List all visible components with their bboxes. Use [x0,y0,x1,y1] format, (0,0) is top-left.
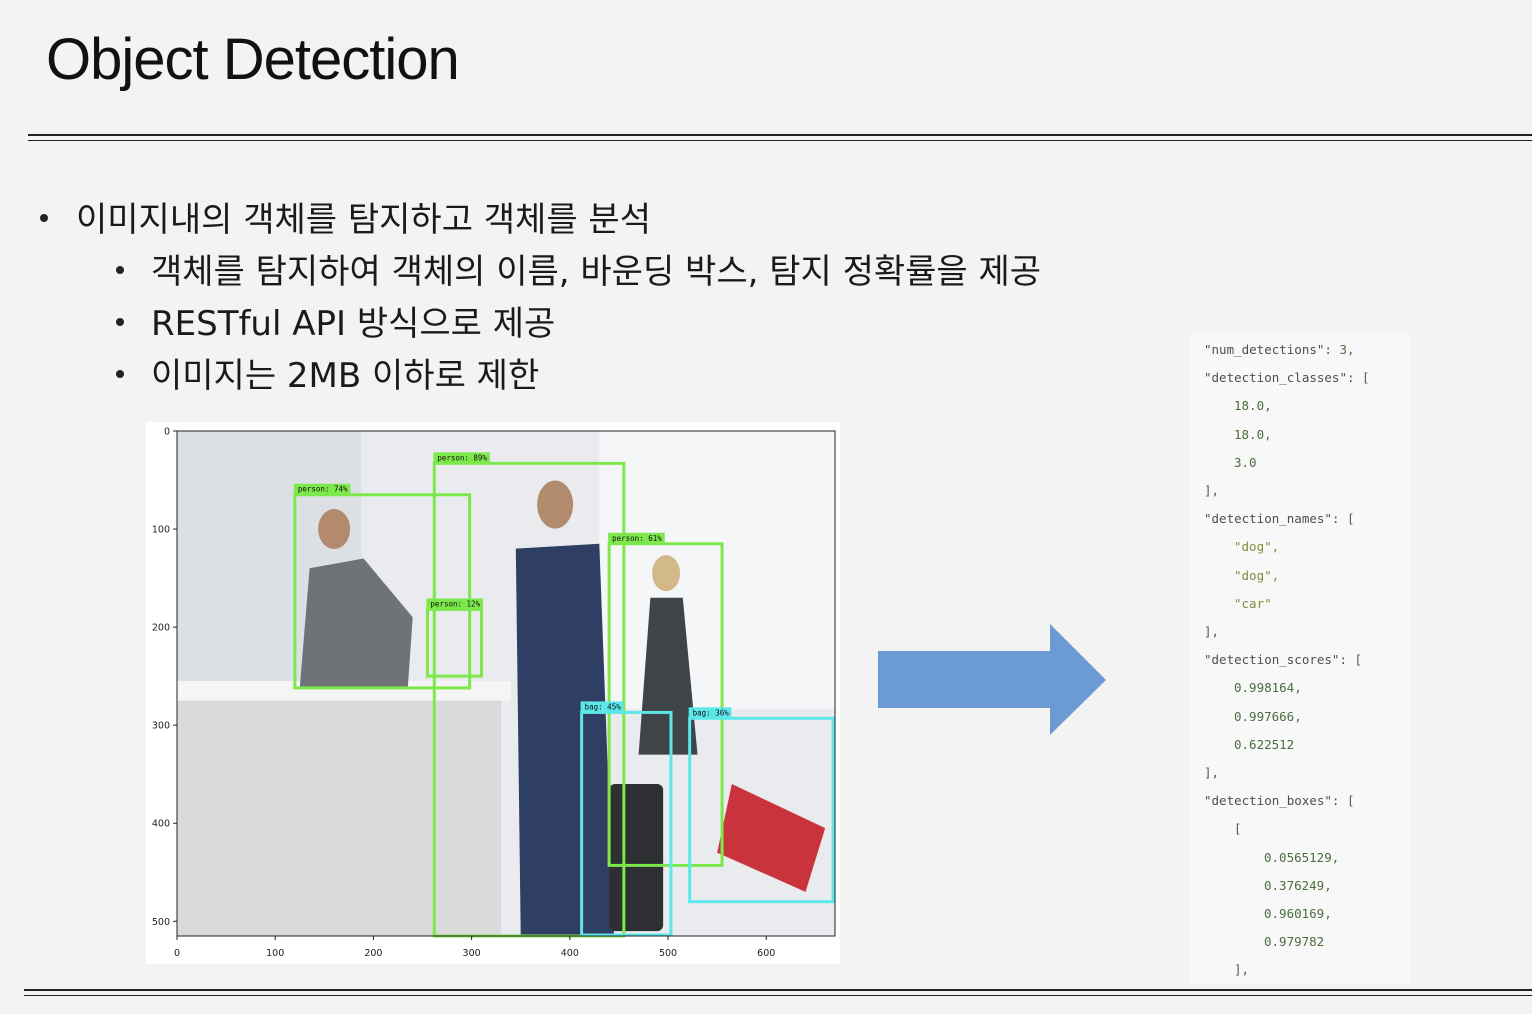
json-value: 0.622512 [1234,736,1295,752]
json-line: 0.0565129, [1264,850,1339,865]
json-value: "dog", [1234,567,1280,583]
json-line: 18.0, [1234,427,1272,442]
json-key: "detection_scores": [1204,652,1355,668]
photo-person-head [318,509,351,550]
json-value: ], [1204,765,1220,780]
x-tick-label: 0 [174,948,180,959]
json-value: 3, [1339,342,1355,357]
y-tick-label: 0 [164,427,170,438]
photo-person-head [652,555,681,592]
detection-label: person: 89% [437,453,487,462]
slide-title: Object Detection [46,27,460,92]
json-key: "detection_boxes": [1204,793,1347,809]
json-line: "detection_scores": [ [1204,652,1362,667]
detection-result-image: person: 74% person: 89% person: 12% person:… [146,422,840,964]
title-divider-top [28,134,1532,136]
x-tick-label: 600 [757,948,775,959]
y-tick-label: 200 [152,623,170,634]
json-line: 0.998164, [1234,680,1302,695]
bullet-text: 객체를 탐지하여 객체의 이름, 바운딩 박스, 탐지 정확률을 제공 [151,252,1042,292]
json-value: "dog", [1234,539,1280,555]
json-key: "detection_classes": [1204,370,1363,386]
json-value: 0.960169, [1264,906,1332,921]
json-value: ], [1204,624,1220,639]
title-divider-bottom [28,140,1532,141]
json-value: 3.0 [1234,454,1257,470]
json-line: ], [1234,962,1249,977]
json-line: "car" [1234,596,1272,611]
json-line: 3.0 [1234,455,1257,470]
x-tick-label: 200 [364,948,382,959]
json-line: ], [1204,765,1219,780]
json-value: ], [1234,962,1250,978]
json-line: "detection_boxes": [ [1204,793,1355,808]
json-line: 0.997666, [1234,709,1302,724]
detection-label: person: 12% [430,599,480,608]
json-value: [ [1347,793,1355,809]
bullet-text: 이미지내의 객체를 탐지하고 객체를 분석 [76,200,651,240]
y-tick-label: 100 [152,525,170,536]
detection-label: person: 74% [298,485,348,494]
json-key: "detection_names": [1204,511,1347,527]
bullet-text: RESTful API 방식으로 제공 [151,304,556,344]
json-line: 18.0, [1234,398,1272,413]
json-line: "detection_names": [ [1204,511,1355,526]
footer-divider-top [24,989,1532,991]
y-tick-label: 500 [152,917,170,928]
y-tick-label: 400 [152,819,170,830]
footer-divider-bottom [24,995,1532,996]
json-line: ], [1204,624,1219,639]
detection-label: bag: 36% [693,708,730,717]
right-arrow-icon [878,624,1106,735]
json-line: "detection_classes": [ [1204,370,1370,385]
json-key: "num_detections": [1204,342,1340,357]
json-line: 0.960169, [1264,906,1332,921]
y-tick-label: 300 [152,721,170,732]
json-line: 0.376249, [1264,878,1332,893]
json-line: "num_detections": 3, [1204,342,1355,357]
json-value: 18.0, [1234,426,1272,442]
photo-window [599,431,835,709]
bullet-dot [116,370,124,378]
json-value: 0.998164, [1234,680,1302,696]
json-value: 0.997666, [1234,708,1302,724]
detection-label: person: 61% [612,534,662,543]
json-line: "dog", [1234,568,1279,583]
photo-person-body [515,543,615,936]
json-response-panel: "num_detections": 3, "detection_classes":… [1190,332,1410,984]
json-line: "dog", [1234,539,1279,554]
json-value: "car" [1234,595,1272,611]
json-value: [ [1362,370,1370,386]
photo-bag [609,784,664,932]
x-tick-label: 400 [561,948,579,959]
photo-counter [177,695,502,936]
bullet-dot [40,214,48,222]
json-line: 0.622512 [1234,737,1294,752]
bullet-dot [116,318,124,326]
x-tick-label: 500 [659,948,677,959]
json-value: 0.376249, [1264,877,1332,893]
detection-label: bag: 45% [585,702,622,711]
photo-person-head [537,480,574,529]
x-tick-label: 100 [266,948,284,959]
json-value: ], [1204,483,1220,498]
json-line: 0.979782 [1264,934,1324,949]
json-value: 0.979782 [1264,934,1325,950]
json-value: [ [1234,821,1242,837]
json-line: [ [1234,821,1242,836]
json-value: [ [1347,511,1355,527]
bullet-text: 이미지는 2MB 이하로 제한 [151,356,540,396]
json-value: 18.0, [1234,398,1272,414]
x-tick-label: 300 [463,948,481,959]
bullet-dot [116,266,124,274]
json-line: ], [1204,483,1219,498]
json-value: 0.0565129, [1264,849,1340,865]
json-value: [ [1354,652,1363,668]
